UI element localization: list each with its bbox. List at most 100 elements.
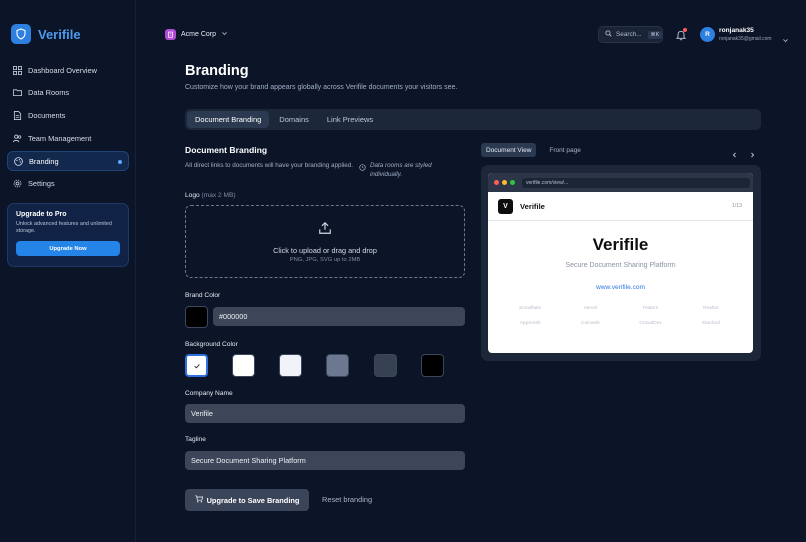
search-input[interactable]: Search... ⌘K: [598, 26, 663, 43]
browser-url: verifile.com/view/...: [522, 177, 750, 188]
upgrade-to-save-label: Upgrade to Save Branding: [206, 495, 300, 505]
search-shortcut: ⌘K: [647, 30, 663, 39]
data-rooms-note: Data rooms are styled individually.: [359, 161, 440, 179]
background-swatch-dark-slate[interactable]: [374, 354, 397, 377]
customer-logos: Snowflake Vercel Pattern Realtor AppSmit…: [488, 306, 753, 326]
upgrade-card: Upgrade to Pro Unlock advanced features …: [7, 203, 129, 267]
tab-domains[interactable]: Domains: [271, 111, 317, 128]
page-indicator: 1/13: [731, 203, 742, 209]
browser-toolbar: verifile.com/view/...: [488, 173, 753, 192]
sidebar-item-label: Team Management: [28, 133, 92, 143]
chevron-down-icon[interactable]: [782, 31, 789, 43]
document-title: Verifile: [592, 235, 649, 254]
grid-icon: [13, 65, 22, 75]
search-icon: [605, 30, 612, 39]
window-minimize-dot: [502, 180, 507, 185]
sidebar-item-label: Branding: [29, 156, 59, 166]
window-close-dot: [494, 180, 499, 185]
sidebar-item-documents[interactable]: Documents: [7, 106, 129, 126]
chevron-right-icon[interactable]: [749, 146, 756, 158]
brand-color-label: Brand Color: [185, 292, 221, 299]
document-header: V Verifile 1/13: [488, 192, 753, 221]
customer-logo: Vercel: [583, 306, 598, 311]
brand-color-swatch[interactable]: [185, 306, 208, 328]
customer-logo: Realtor: [703, 306, 719, 311]
upgrade-now-button[interactable]: Upgrade Now: [16, 241, 120, 256]
chevron-left-icon[interactable]: [731, 146, 738, 158]
tagline-input[interactable]: Secure Document Sharing Platform: [185, 451, 465, 470]
cart-icon: [194, 495, 203, 505]
chevron-down-icon: [221, 30, 228, 39]
palette-icon: [14, 156, 23, 166]
avatar[interactable]: R: [700, 27, 715, 42]
document-icon: [13, 111, 22, 121]
background-swatch-white-selected[interactable]: [185, 354, 208, 377]
customer-logo: Stanford: [701, 321, 720, 326]
sidebar-item-team-management[interactable]: Team Management: [7, 128, 129, 148]
page-subtitle: Customize how your brand appears globall…: [185, 84, 458, 91]
section-title: Document Branding: [185, 145, 268, 155]
background-swatch-light-gray[interactable]: [279, 354, 302, 377]
sidebar-item-label: Data Rooms: [28, 88, 70, 98]
customer-logo: Snowflake: [519, 306, 542, 311]
upgrade-title: Upgrade to Pro: [16, 211, 67, 218]
notification-dot: [683, 28, 687, 32]
background-color-label: Background Color: [185, 341, 238, 348]
sidebar: Verifile Dashboard Overview Data Rooms D…: [0, 0, 136, 542]
document-link: www.verifile.com: [595, 284, 646, 291]
check-icon: [193, 357, 201, 375]
company-name-input[interactable]: Verifile: [185, 404, 465, 423]
background-swatch-slate[interactable]: [326, 354, 349, 377]
tagline-label: Tagline: [185, 436, 206, 443]
logo-upload-dropzone[interactable]: Click to upload or drag and drop PNG, JP…: [185, 205, 465, 278]
customer-logo: CrowdDev: [639, 321, 662, 326]
tab-front-page[interactable]: Front page: [544, 143, 585, 157]
sidebar-item-branding[interactable]: Branding: [7, 151, 129, 172]
notification-bell-icon[interactable]: [675, 28, 687, 41]
document-brand-name: Verifile: [520, 201, 545, 211]
upgrade-to-save-button[interactable]: Upgrade to Save Branding: [185, 489, 309, 511]
page-title: Branding: [185, 63, 249, 79]
note-text: Data rooms are styled individually.: [370, 162, 432, 178]
window-maximize-dot: [510, 180, 515, 185]
tab-link-previews[interactable]: Link Previews: [319, 111, 381, 128]
search-placeholder: Search...: [616, 31, 642, 38]
app-name: Verifile: [38, 26, 81, 42]
sidebar-nav: Dashboard Overview Data Rooms Documents …: [7, 60, 129, 197]
preview-tabs: Document View Front page: [481, 143, 586, 157]
user-name[interactable]: ronjanak35: [719, 27, 754, 34]
upload-formats: PNG, JPG, SVG up to 2MB: [289, 256, 361, 263]
company-name-label: Company Name: [185, 390, 233, 397]
document-logo: V: [498, 198, 513, 214]
tab-document-view[interactable]: Document View: [481, 143, 537, 157]
upload-instruction: Click to upload or drag and drop: [273, 245, 377, 255]
user-email: ronjanak35@gmail.com: [719, 36, 772, 42]
branding-tabs: Document Branding Domains Link Previews: [185, 109, 761, 130]
customer-logo: Coinweb: [581, 321, 600, 326]
org-switcher[interactable]: Acme Corp: [165, 29, 228, 40]
customer-logo: Pattern: [642, 306, 659, 311]
logo-label: Logo (max 2 MB): [185, 192, 236, 199]
building-icon: [165, 29, 176, 40]
shield-icon: [11, 24, 31, 44]
brand-color-input[interactable]: #000000: [213, 307, 465, 326]
section-description: All direct links to documents will have …: [185, 162, 354, 169]
browser-mockup: verifile.com/view/... V Verifile 1/13 Ve…: [488, 173, 753, 353]
sidebar-item-data-rooms[interactable]: Data Rooms: [7, 83, 129, 103]
org-name: Acme Corp: [181, 31, 217, 38]
sidebar-item-settings[interactable]: Settings: [7, 174, 129, 194]
customer-logo: AppSmith: [519, 321, 541, 326]
app-logo[interactable]: Verifile: [11, 24, 81, 44]
background-swatch-white[interactable]: [232, 354, 255, 377]
background-swatch-black[interactable]: [421, 354, 444, 377]
upgrade-description: Unlock advanced features and unlimited s…: [16, 221, 112, 234]
tab-document-branding[interactable]: Document Branding: [187, 111, 270, 128]
document-tagline: Secure Document Sharing Platform: [565, 262, 676, 269]
reset-branding-button[interactable]: Reset branding: [322, 495, 372, 504]
clock-icon: [359, 164, 366, 171]
sidebar-item-dashboard-overview[interactable]: Dashboard Overview: [7, 60, 129, 80]
sidebar-item-label: Settings: [28, 179, 55, 189]
logo-size-hint: (max 2 MB): [201, 192, 236, 199]
sidebar-item-label: Dashboard Overview: [28, 65, 98, 75]
gear-icon: [13, 179, 22, 188]
